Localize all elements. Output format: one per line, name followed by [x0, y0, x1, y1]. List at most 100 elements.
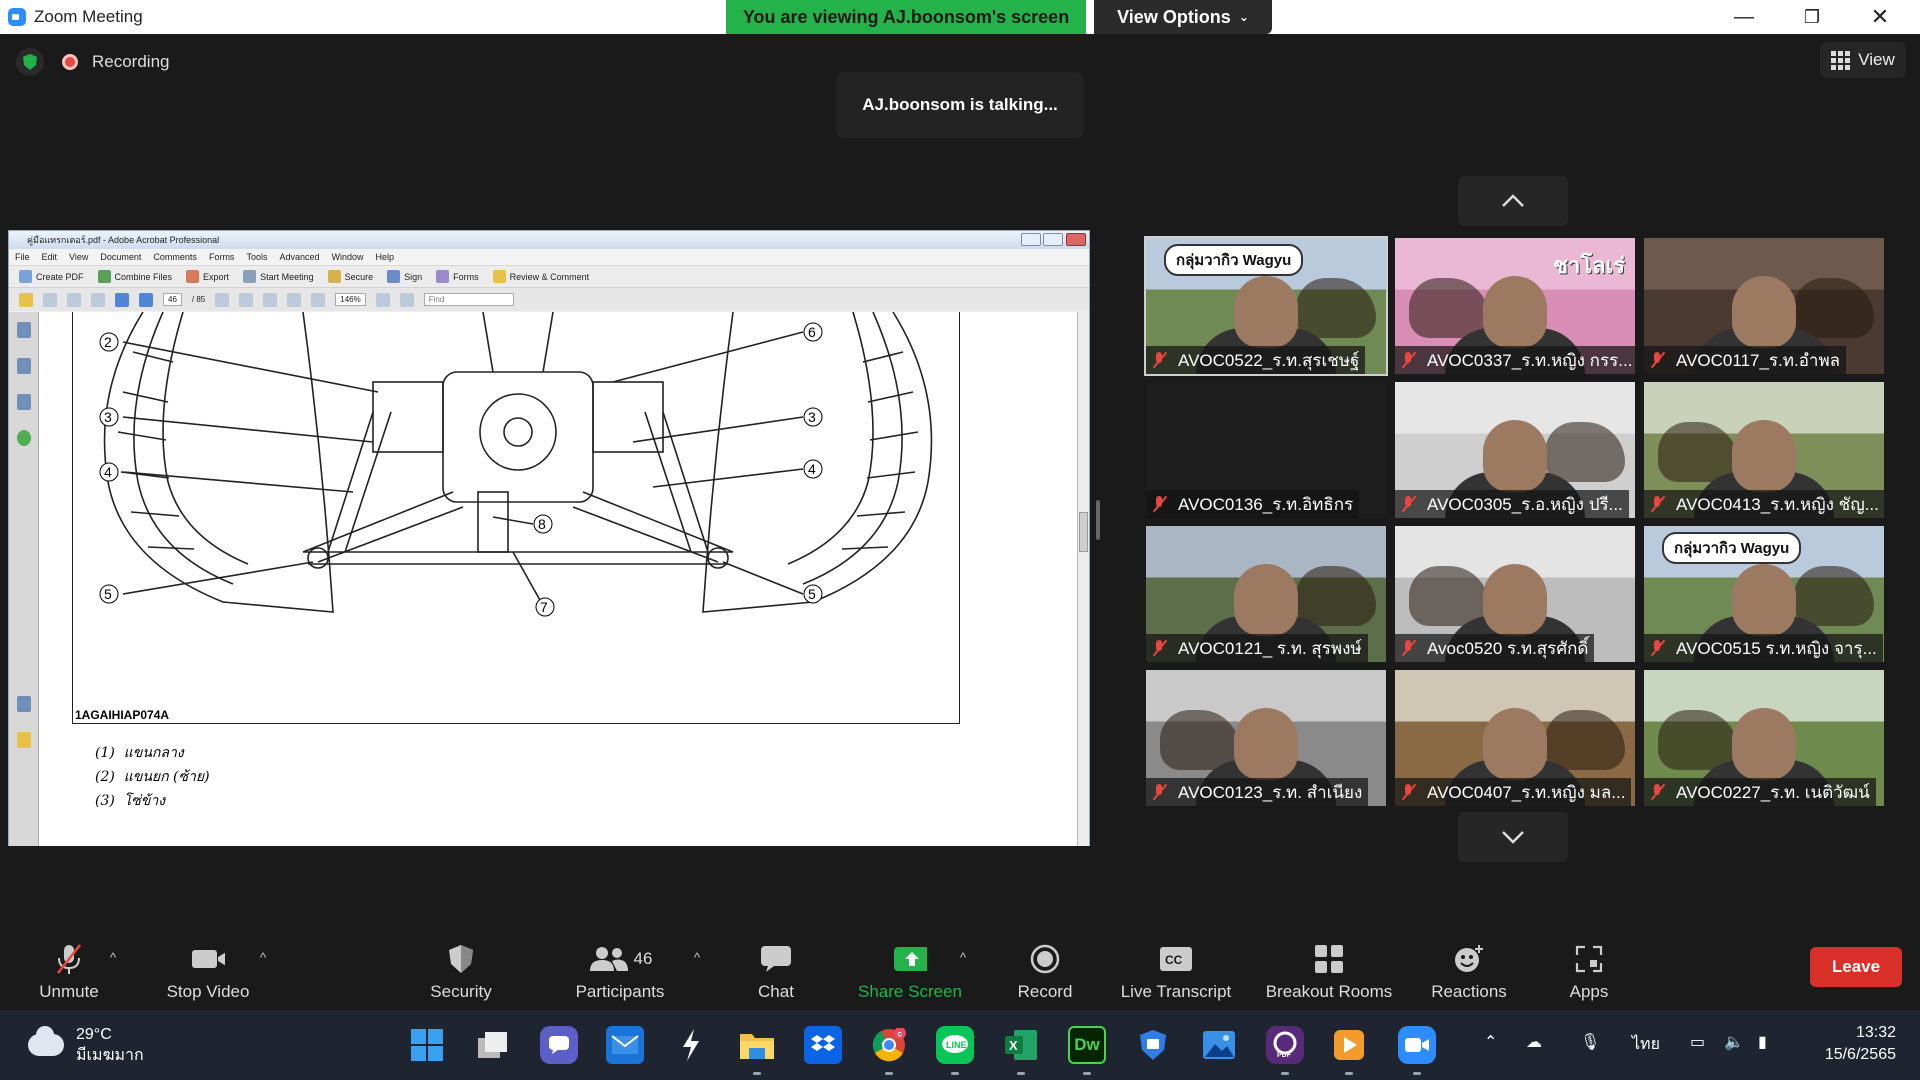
menu-help[interactable]: Help: [376, 252, 395, 262]
acrobat-close-icon[interactable]: [1066, 233, 1086, 246]
select-tool-icon[interactable]: [215, 292, 230, 307]
fit-page-icon[interactable]: [375, 292, 390, 307]
share-screen-button[interactable]: Share Screen: [856, 938, 964, 1002]
apps-button[interactable]: Apps: [1566, 938, 1612, 1002]
media-player-icon[interactable]: [1330, 1026, 1368, 1064]
leave-button[interactable]: Leave: [1810, 947, 1902, 987]
volume-icon[interactable]: 🔈: [1724, 1032, 1744, 1052]
file-explorer-icon[interactable]: [738, 1026, 776, 1064]
panel-resize-handle[interactable]: [1096, 500, 1100, 540]
chat-button[interactable]: Chat: [752, 938, 800, 1002]
create-pdf-button[interactable]: Create PDF: [19, 270, 84, 283]
excel-icon[interactable]: X: [1002, 1026, 1040, 1064]
line-app-icon[interactable]: LINE: [936, 1026, 974, 1064]
minimize-button[interactable]: —: [1710, 0, 1778, 34]
input-language[interactable]: ไทย: [1632, 1032, 1660, 1057]
dreamweaver-icon[interactable]: Dw: [1068, 1026, 1106, 1064]
menu-advanced[interactable]: Advanced: [279, 252, 319, 262]
participants-button[interactable]: 46 Participants: [566, 938, 674, 1002]
help-icon[interactable]: [16, 430, 31, 446]
zoom-tool-icon[interactable]: [263, 292, 278, 307]
sign-button[interactable]: Sign: [387, 270, 422, 283]
photos-icon[interactable]: [1200, 1026, 1238, 1064]
lightning-app-icon[interactable]: [672, 1026, 710, 1064]
attachments-icon[interactable]: [16, 696, 31, 712]
page-number-input[interactable]: 46: [163, 293, 182, 306]
mail-icon[interactable]: [606, 1026, 644, 1064]
recording-indicator[interactable]: Recording: [62, 48, 170, 76]
menu-comments[interactable]: Comments: [153, 252, 197, 262]
participant-tile[interactable]: กลุ่มวากิว Wagyu AVOC0515 ร.ท.หญิง จารุ..…: [1644, 526, 1884, 662]
email-icon[interactable]: [91, 292, 105, 307]
participant-tile[interactable]: AVOC0117_ร.ท.อำพล: [1644, 238, 1884, 374]
participant-tile[interactable]: AVOC0121_ ร.ท. สุรพงษ์: [1146, 526, 1386, 662]
menu-document[interactable]: Document: [100, 252, 141, 262]
bookmarks-panel-icon[interactable]: [16, 358, 31, 374]
zoom-in-icon[interactable]: [311, 292, 326, 307]
system-clock[interactable]: 13:32 15/6/2565: [1812, 1022, 1896, 1066]
participant-tile[interactable]: ชาโลเร่ AVOC0337_ร.ท.หญิง กรร...: [1395, 238, 1635, 374]
next-page-icon[interactable]: [139, 292, 153, 307]
windows-start-icon[interactable]: [408, 1026, 446, 1064]
microphone-tray-icon[interactable]: 🎙: [1580, 1032, 1600, 1052]
comments-panel-icon[interactable]: [16, 732, 31, 748]
live-transcript-button[interactable]: CC Live Transcript: [1114, 938, 1238, 1002]
participant-tile[interactable]: กลุ่มวากิว Wagyu AVOC0522_ร.ท.สุรเชษฐ์: [1144, 236, 1388, 376]
security-button[interactable]: Security: [420, 938, 502, 1002]
combine-files-button[interactable]: Combine Files: [97, 270, 172, 283]
close-window-button[interactable]: ✕: [1846, 0, 1914, 34]
security-app-icon[interactable]: [1134, 1026, 1172, 1064]
chrome-icon[interactable]: c: [870, 1026, 908, 1064]
menu-view[interactable]: View: [69, 252, 88, 262]
gallery-prev-button[interactable]: [1458, 176, 1568, 226]
participant-tile[interactable]: AVOC0305_ร.อ.หญิง ปรี...: [1395, 382, 1635, 518]
prev-page-icon[interactable]: [115, 292, 129, 307]
menu-window[interactable]: Window: [331, 252, 363, 262]
menu-tools[interactable]: Tools: [246, 252, 267, 262]
participant-tile[interactable]: AVOC0227_ร.ท. เนติวัฒน์: [1644, 670, 1884, 806]
breakout-rooms-button[interactable]: Breakout Rooms: [1260, 938, 1398, 1002]
show-hidden-icons-icon[interactable]: ⌃: [1484, 1032, 1497, 1052]
view-button[interactable]: View: [1820, 42, 1906, 78]
participant-tile[interactable]: AVOC0407_ร.ท.หญิง มล...: [1395, 670, 1635, 806]
forms-button[interactable]: Forms: [436, 270, 479, 283]
acrobat-scrollbar[interactable]: [1077, 312, 1089, 846]
pages-panel-icon[interactable]: [16, 322, 31, 338]
review-comment-button[interactable]: Review & Comment: [492, 270, 589, 283]
audio-options-caret-icon[interactable]: ^: [110, 950, 116, 965]
acrobat-minimize-icon[interactable]: [1021, 233, 1041, 246]
fit-width-icon[interactable]: [399, 292, 414, 307]
record-button[interactable]: Record: [1012, 938, 1078, 1002]
participants-options-caret-icon[interactable]: ^: [694, 950, 700, 965]
battery-icon[interactable]: ▮: [1758, 1032, 1767, 1052]
zoom-level-input[interactable]: 146%: [335, 293, 366, 306]
security-shield-icon[interactable]: [16, 48, 44, 76]
acrobat-maximize-icon[interactable]: [1043, 233, 1063, 246]
start-meeting-button[interactable]: Start Meeting: [243, 270, 314, 283]
find-input[interactable]: Find: [423, 293, 514, 306]
maximize-button[interactable]: ❐: [1778, 0, 1846, 34]
menu-forms[interactable]: Forms: [209, 252, 235, 262]
stop-video-button[interactable]: Stop Video: [160, 938, 256, 1002]
zoom-taskbar-icon[interactable]: [1398, 1026, 1436, 1064]
pdf-page[interactable]: 2 3 4 5 6 3 4 5 8 7 1AGAIHIAP074A (1) แข…: [39, 312, 1077, 846]
pdf-app-icon[interactable]: PDF: [1266, 1026, 1304, 1064]
menu-file[interactable]: File: [15, 252, 30, 262]
task-view-icon[interactable]: [474, 1026, 512, 1064]
onedrive-cloud-icon[interactable]: ☁: [1526, 1032, 1542, 1052]
signatures-panel-icon[interactable]: [16, 394, 31, 410]
gallery-next-button[interactable]: [1458, 812, 1568, 862]
unmute-button[interactable]: Unmute: [34, 938, 104, 1002]
teams-chat-icon[interactable]: [540, 1026, 578, 1064]
hand-tool-icon[interactable]: [239, 292, 254, 307]
participant-tile[interactable]: Avoc0520 ร.ท.สุรศักดิ์: [1395, 526, 1635, 662]
zoom-out-icon[interactable]: [287, 292, 302, 307]
reactions-button[interactable]: Reactions: [1428, 938, 1510, 1002]
scroll-thumb[interactable]: [1079, 512, 1088, 552]
participant-tile[interactable]: AVOC0136_ร.ท.อิทธิกร: [1146, 382, 1386, 518]
weather-widget[interactable]: 29°C มีเมฆมาก: [28, 1024, 144, 1066]
secure-button[interactable]: Secure: [327, 270, 373, 283]
shared-screen-acrobat[interactable]: คู่มือแทรกเตอร์.pdf - Adobe Acrobat Prof…: [8, 230, 1090, 846]
open-folder-icon[interactable]: [19, 292, 33, 307]
save-icon[interactable]: [67, 292, 81, 307]
